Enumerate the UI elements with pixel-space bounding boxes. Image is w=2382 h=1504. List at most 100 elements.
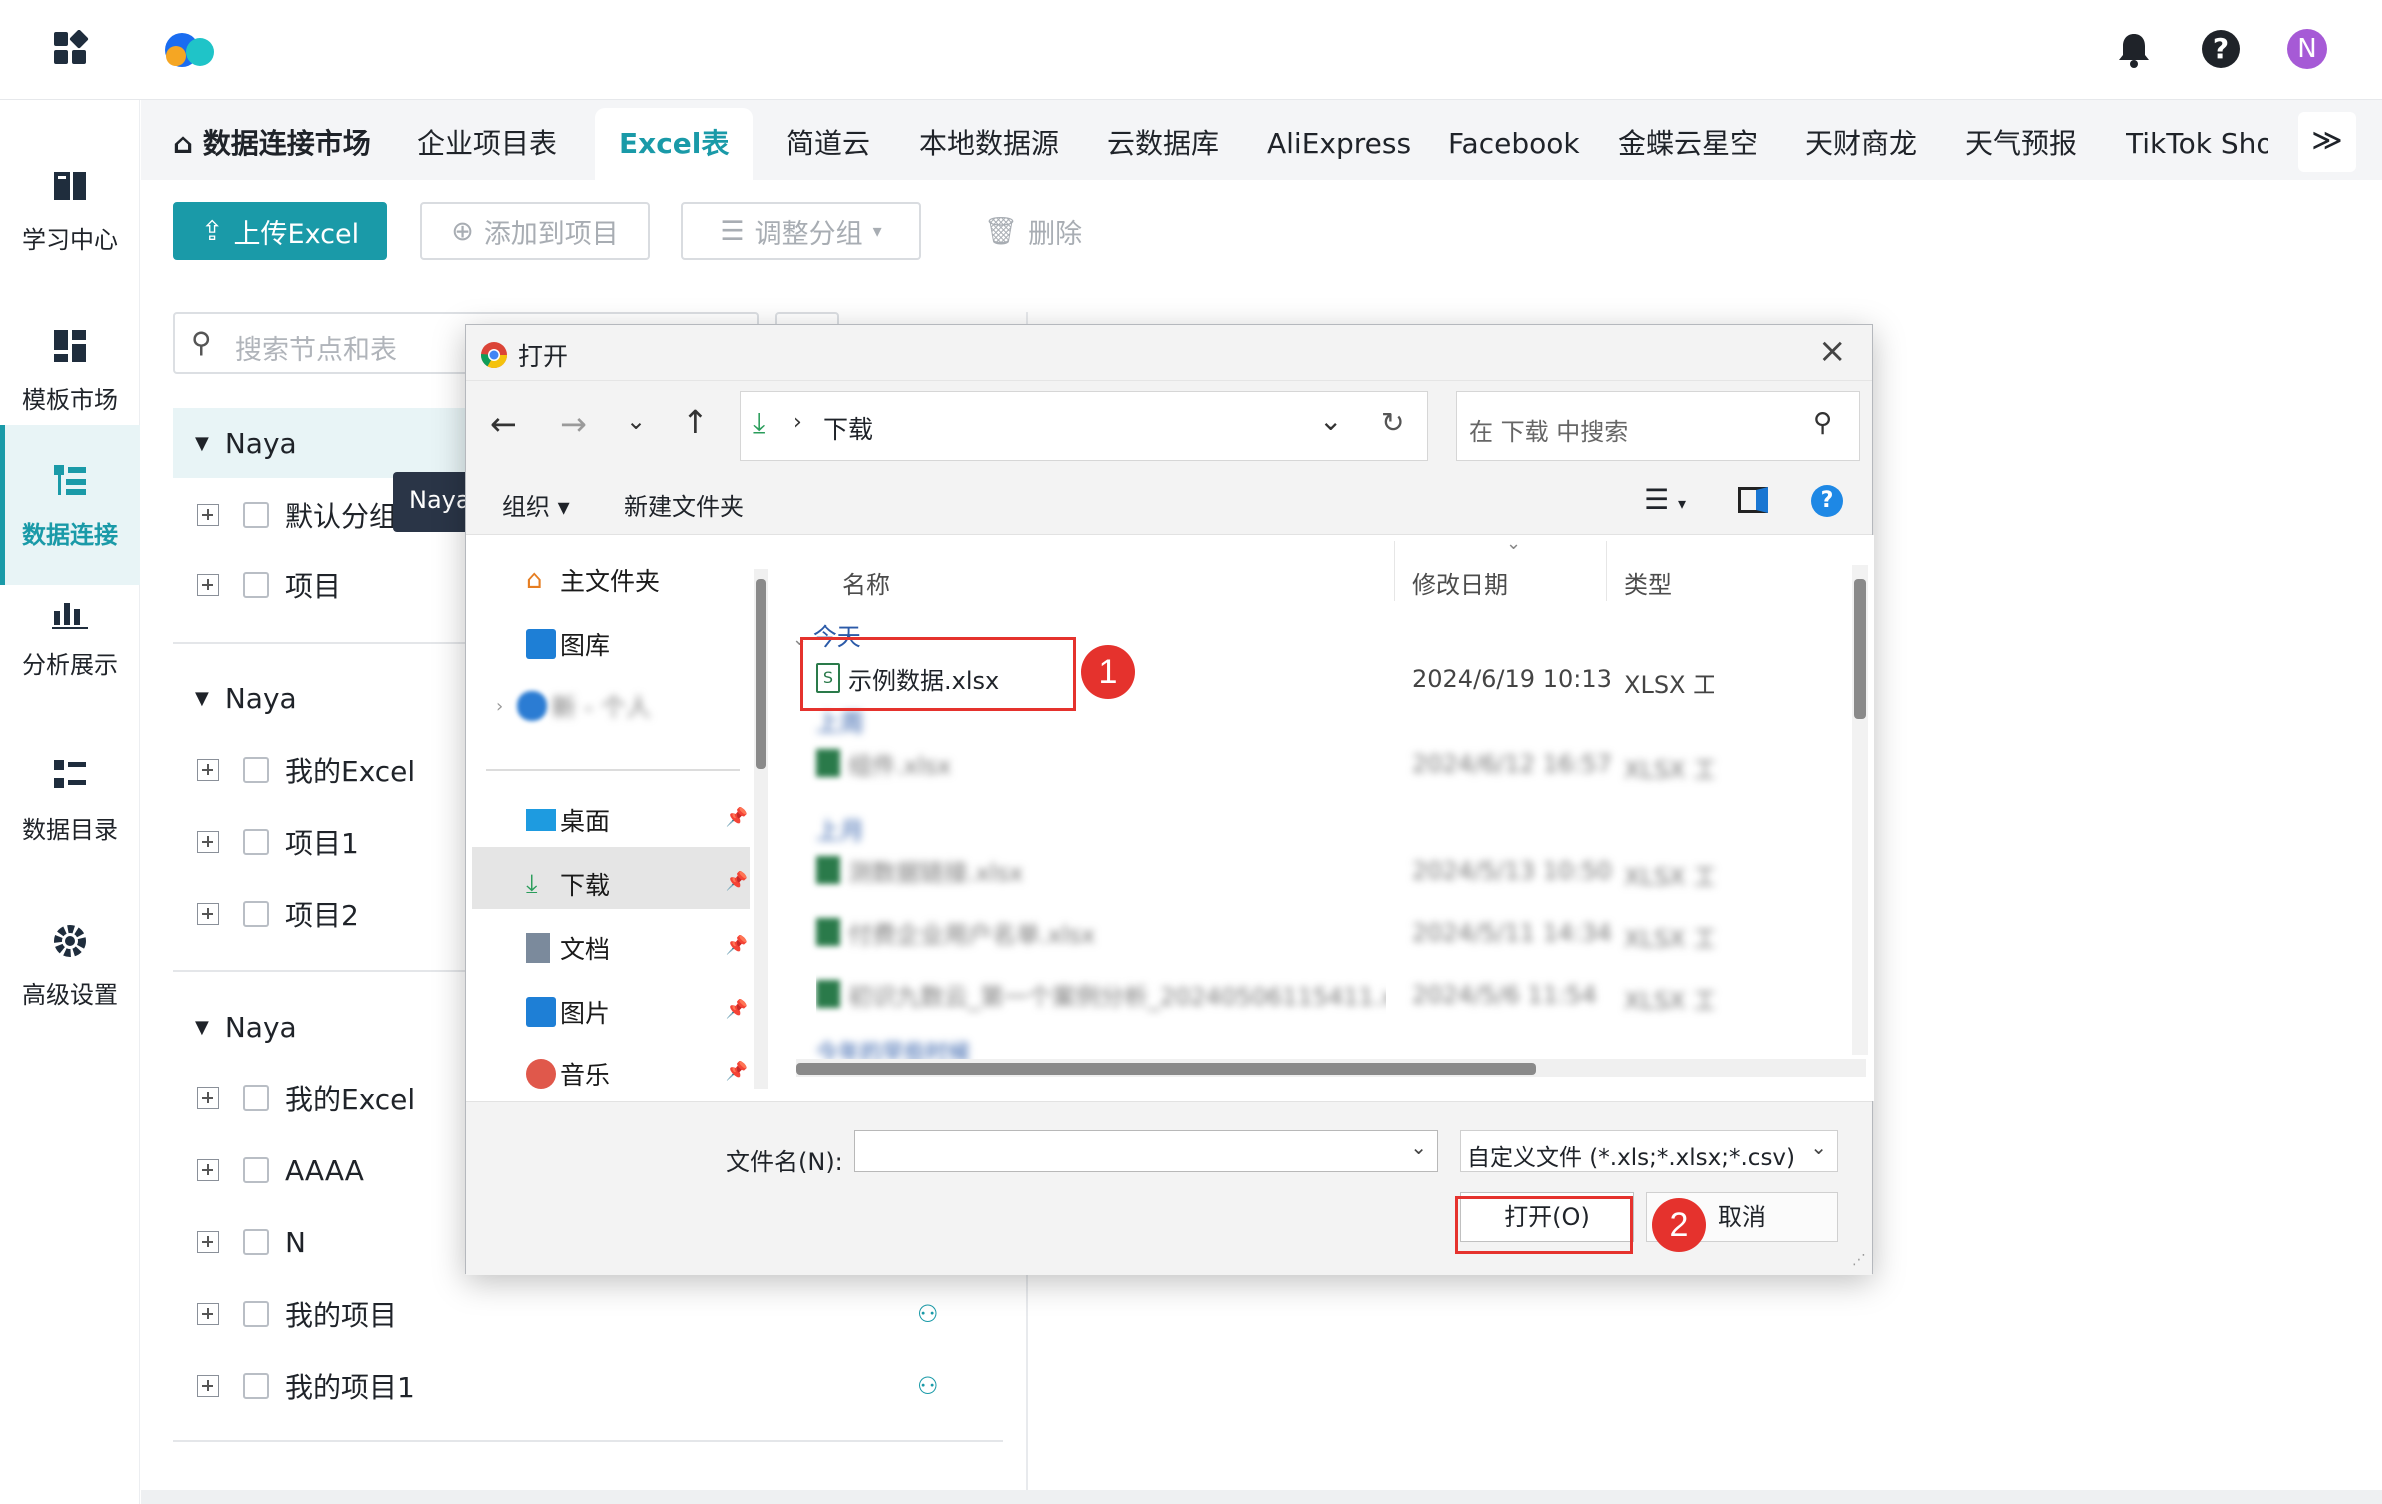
tab-local-source[interactable]: 本地数据源: [919, 108, 1059, 180]
tree-item[interactable]: 项目1: [197, 817, 359, 867]
search-input[interactable]: 搜索节点和表: [235, 328, 397, 367]
file-row[interactable]: 测数据链接.xlsx: [816, 845, 1023, 895]
close-icon[interactable]: ×: [1818, 331, 1847, 371]
pin-icon[interactable]: 📌: [726, 935, 748, 956]
expand-icon[interactable]: [197, 831, 219, 853]
organize-menu[interactable]: 组织 ▾: [502, 487, 570, 522]
chevron-double-down-icon[interactable]: ≫: [2298, 112, 2356, 172]
tab-tiktok[interactable]: TikTok Shop: [2126, 108, 2268, 180]
file-row[interactable]: 组件.xlsx: [816, 738, 951, 788]
resize-grip-icon[interactable]: ⋰: [1852, 1252, 1866, 1268]
sidebar-item-learning[interactable]: 学习中心: [0, 130, 140, 290]
view-list-icon[interactable]: ☰ ▾: [1644, 483, 1686, 516]
nav-item-onedrive[interactable]: › 新 - 个人: [496, 681, 651, 731]
help-icon[interactable]: ?: [2202, 30, 2240, 68]
column-header-date[interactable]: 修改日期: [1412, 565, 1508, 600]
expand-icon[interactable]: [197, 1303, 219, 1325]
up-arrow-icon[interactable]: ↑: [682, 403, 709, 441]
recent-chevron-icon[interactable]: ⌄: [626, 407, 646, 435]
chevron-down-icon[interactable]: ⌄: [1410, 1135, 1427, 1159]
checkbox[interactable]: [243, 1301, 269, 1327]
expand-icon[interactable]: [197, 1231, 219, 1253]
bell-icon[interactable]: [2115, 30, 2153, 70]
file-type-filter[interactable]: 自定义文件 (*.xls;*.xlsx;*.csv) ⌄: [1460, 1130, 1838, 1172]
nav-item-home[interactable]: ⌂ 主文件夹: [526, 555, 660, 605]
tab-aliexpress[interactable]: AliExpress: [1267, 108, 1411, 180]
tree-group-header[interactable]: ▼ Naya: [195, 418, 297, 468]
tab-home[interactable]: ⌂ 数据连接市场: [173, 108, 371, 180]
nav-item-gallery[interactable]: 图库: [526, 619, 610, 669]
expand-icon[interactable]: [197, 1087, 219, 1109]
checkbox[interactable]: [243, 901, 269, 927]
tab-facebook[interactable]: Facebook: [1448, 108, 1580, 180]
horizontal-scrollbar[interactable]: [796, 1059, 1866, 1077]
checkbox[interactable]: [243, 572, 269, 598]
chevron-down-icon[interactable]: ⌄: [1319, 404, 1342, 437]
sidebar-item-analysis[interactable]: 分析展示: [0, 555, 140, 715]
nav-item-documents[interactable]: 文档: [526, 923, 610, 973]
tab-kingdee[interactable]: 金蝶云星空: [1618, 108, 1758, 180]
help-icon[interactable]: ?: [1811, 485, 1843, 517]
tree-item[interactable]: AAAA: [197, 1145, 364, 1195]
nav-item-music[interactable]: 音乐: [526, 1049, 610, 1099]
new-folder-button[interactable]: 新建文件夹: [624, 487, 744, 522]
nav-item-desktop[interactable]: 桌面: [526, 795, 610, 845]
tree-group-header[interactable]: ▼ Naya: [195, 673, 297, 723]
bottom-scrollbar[interactable]: [141, 1490, 2382, 1504]
apps-grid-icon[interactable]: [52, 30, 90, 68]
path-box[interactable]: ⤓ › 下载 ⌄ ↻: [740, 391, 1428, 461]
preview-pane-icon[interactable]: [1738, 487, 1768, 513]
checkbox[interactable]: [243, 1373, 269, 1399]
nav-item-pictures[interactable]: 图片: [526, 987, 610, 1037]
refresh-icon[interactable]: ↻: [1381, 406, 1404, 439]
regroup-button[interactable]: ☰ 调整分组 ▾: [681, 202, 921, 260]
expand-icon[interactable]: [197, 574, 219, 596]
nav-scrollbar[interactable]: [754, 569, 768, 1089]
tab-excel[interactable]: Excel表: [595, 108, 754, 180]
avatar[interactable]: N: [2287, 29, 2327, 69]
pin-icon[interactable]: 📌: [726, 871, 748, 892]
tree-item[interactable]: 我的项目: [197, 1289, 397, 1339]
nav-item-downloads[interactable]: ⤓ 下载: [526, 859, 610, 909]
sidebar-item-catalog[interactable]: 数据目录: [0, 720, 140, 880]
delete-button[interactable]: 🗑 删除: [953, 202, 1113, 260]
breadcrumb[interactable]: 下载: [823, 410, 873, 446]
group-label[interactable]: 上月: [816, 811, 864, 846]
dialog-search-input[interactable]: 在 下载 中搜索: [1469, 412, 1628, 447]
tree-item[interactable]: 项目2: [197, 889, 359, 939]
tree-item[interactable]: 我的项目1: [197, 1361, 415, 1411]
tab-jiandaoyun[interactable]: 简道云: [786, 108, 870, 180]
expand-icon[interactable]: [197, 759, 219, 781]
tab-tiancai[interactable]: 天财商龙: [1805, 108, 1917, 180]
checkbox[interactable]: [243, 1229, 269, 1255]
expand-icon[interactable]: [197, 903, 219, 925]
add-to-project-button[interactable]: ⊕ 添加到项目: [420, 202, 650, 260]
expand-icon[interactable]: [197, 504, 219, 526]
tree-item[interactable]: 项目: [197, 560, 341, 610]
tab-cloud-db[interactable]: 云数据库: [1107, 108, 1219, 180]
chevron-down-icon[interactable]: ⌄: [1810, 1135, 1827, 1159]
tree-item[interactable]: 默认分组: [197, 490, 397, 540]
tab-enterprise[interactable]: 企业项目表: [417, 108, 557, 180]
checkbox[interactable]: [243, 829, 269, 855]
checkbox[interactable]: [243, 1157, 269, 1183]
dialog-search[interactable]: 在 下载 中搜索 ⚲: [1456, 391, 1860, 461]
pin-icon[interactable]: 📌: [726, 999, 748, 1020]
tree-item[interactable]: 我的Excel: [197, 745, 415, 795]
forward-arrow-icon[interactable]: →: [560, 405, 587, 443]
expand-icon[interactable]: [197, 1375, 219, 1397]
tree-item[interactable]: N: [197, 1217, 306, 1267]
file-row[interactable]: 付费企业用户名单.xlsx: [816, 907, 1095, 957]
tree-item[interactable]: 我的Excel: [197, 1073, 415, 1123]
checkbox[interactable]: [243, 757, 269, 783]
vertical-scrollbar[interactable]: [1852, 565, 1868, 1055]
tab-weather[interactable]: 天气预报: [1965, 108, 2077, 180]
filename-input[interactable]: ⌄: [854, 1130, 1438, 1172]
column-header-name[interactable]: 名称: [842, 565, 890, 600]
checkbox[interactable]: [243, 502, 269, 528]
back-arrow-icon[interactable]: ←: [490, 405, 517, 443]
pin-icon[interactable]: 📌: [726, 1061, 748, 1082]
upload-excel-button[interactable]: ⇪ 上传Excel: [173, 202, 387, 260]
checkbox[interactable]: [243, 1085, 269, 1111]
tree-group-header[interactable]: ▼ Naya: [195, 1002, 297, 1052]
